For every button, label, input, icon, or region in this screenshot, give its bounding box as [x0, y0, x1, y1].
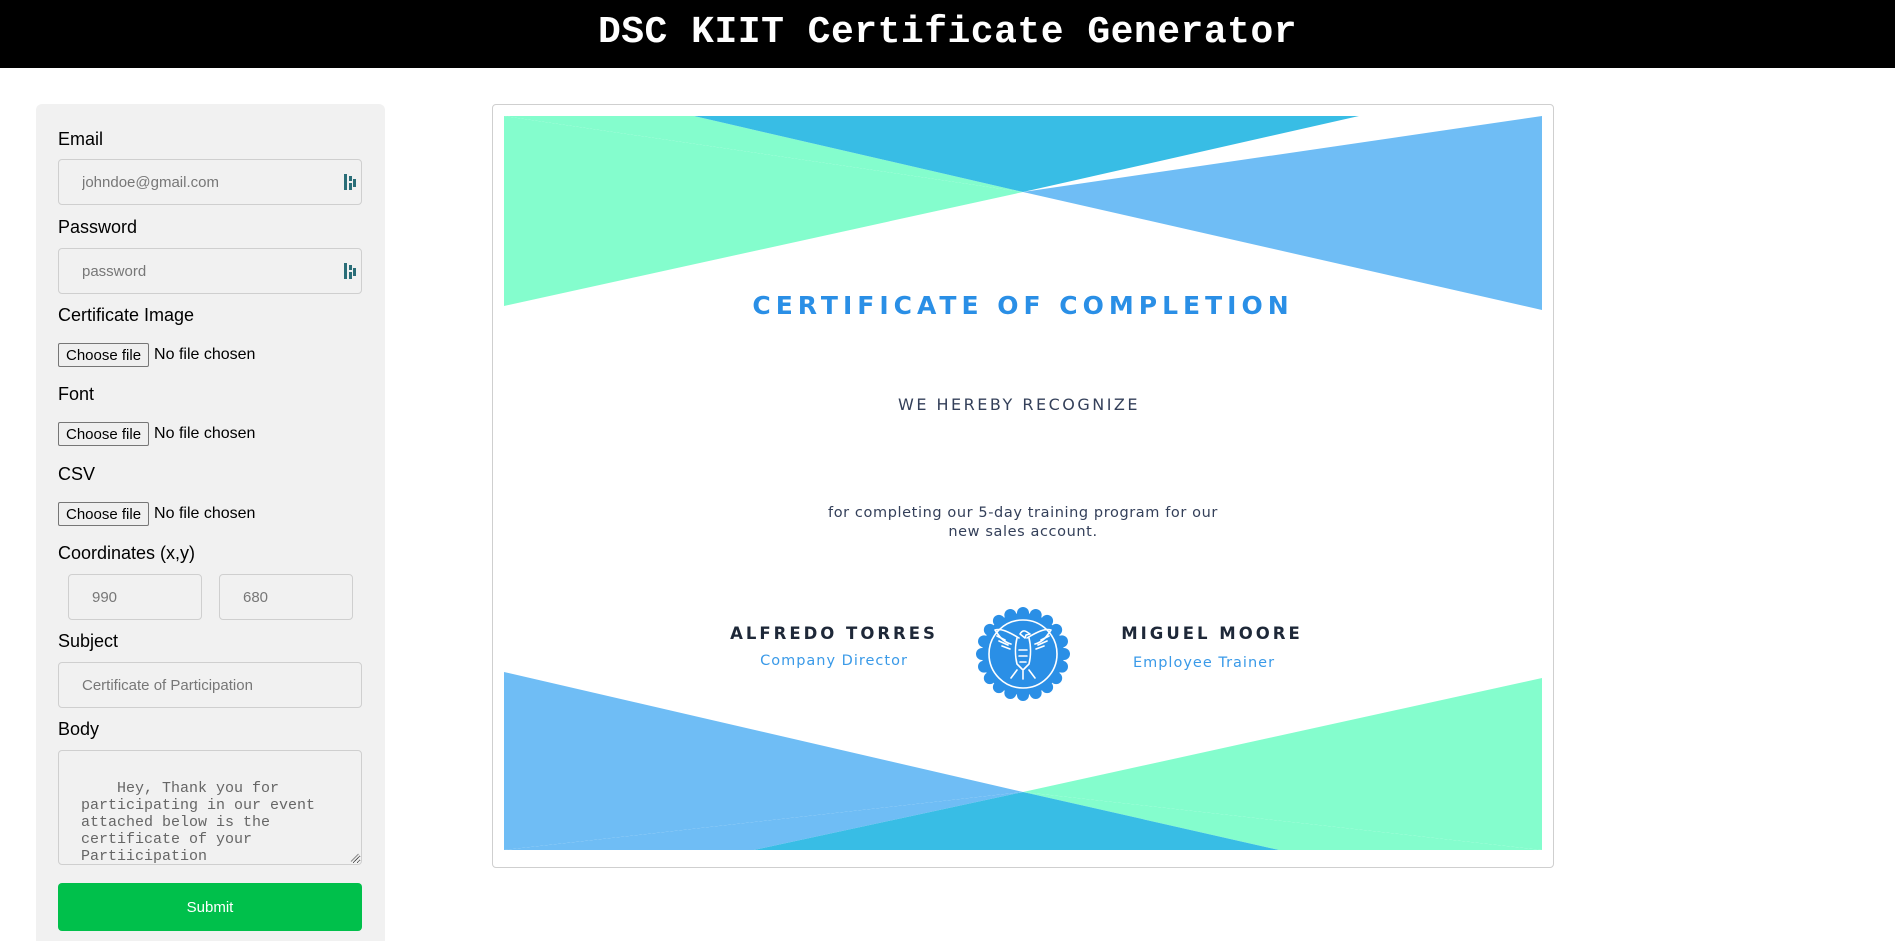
certificate-image-label: Certificate Image	[58, 305, 195, 325]
signer-2-name: MIGUEL MOORE	[1121, 624, 1303, 643]
signer-1-name: ALFREDO TORRES	[730, 624, 938, 643]
signer-1-role: Company Director	[760, 653, 908, 669]
y-coordinate-field[interactable]	[219, 574, 353, 620]
font-choose-button[interactable]: Choose file	[58, 422, 150, 446]
csv-upload: Choose file No file chosen	[58, 502, 255, 526]
certificate-description: for completing our 5-day training progra…	[827, 505, 1218, 540]
font-upload: Choose file No file chosen	[58, 422, 255, 446]
certificate-title: CERTIFICATE OF COMPLETION	[752, 291, 1294, 320]
certificate-form: Email Password Certificate Image Choose …	[36, 104, 385, 941]
resize-handle-icon[interactable]	[350, 853, 359, 862]
font-label: Font	[58, 384, 95, 404]
password-field[interactable]	[58, 248, 362, 294]
csv-status: No file chosen	[154, 505, 256, 522]
password-label: Password	[58, 217, 138, 237]
app-title: DSC KIIT Certificate Generator	[597, 10, 1298, 54]
csv-label: CSV	[58, 464, 96, 484]
certificate-image-upload: Choose file No file chosen	[58, 343, 255, 367]
password-manager-icon[interactable]	[343, 262, 357, 280]
email-field[interactable]	[58, 159, 362, 205]
body-label: Body	[58, 719, 100, 739]
certificate-image-choose-button[interactable]: Choose file	[58, 343, 150, 367]
certificate-background	[504, 116, 1542, 850]
signer-2-role: Employee Trainer	[1132, 655, 1276, 671]
font-status: No file chosen	[154, 425, 256, 442]
certificate-recognize: WE HEREBY RECOGNIZE	[898, 395, 1140, 414]
coordinates-label: Coordinates (x,y)	[58, 543, 196, 563]
app-header: DSC KIIT Certificate Generator	[0, 0, 1895, 68]
password-manager-icon[interactable]	[343, 173, 357, 191]
eagle-seal-icon	[976, 607, 1070, 701]
x-coordinate-field[interactable]	[68, 574, 202, 620]
body-text: Hey, Thank you for participating in our …	[81, 780, 325, 865]
subject-field[interactable]	[58, 662, 362, 708]
csv-choose-button[interactable]: Choose file	[58, 502, 150, 526]
certificate-preview: CERTIFICATE OF COMPLETION WE HEREBY RECO…	[492, 104, 1554, 868]
subject-label: Subject	[58, 631, 119, 651]
body-textarea[interactable]: Hey, Thank you for participating in our …	[58, 750, 362, 865]
submit-button[interactable]: Submit	[58, 883, 362, 931]
certificate-image: CERTIFICATE OF COMPLETION WE HEREBY RECO…	[504, 116, 1542, 850]
certificate-image-status: No file chosen	[154, 346, 256, 363]
email-label: Email	[58, 129, 104, 149]
